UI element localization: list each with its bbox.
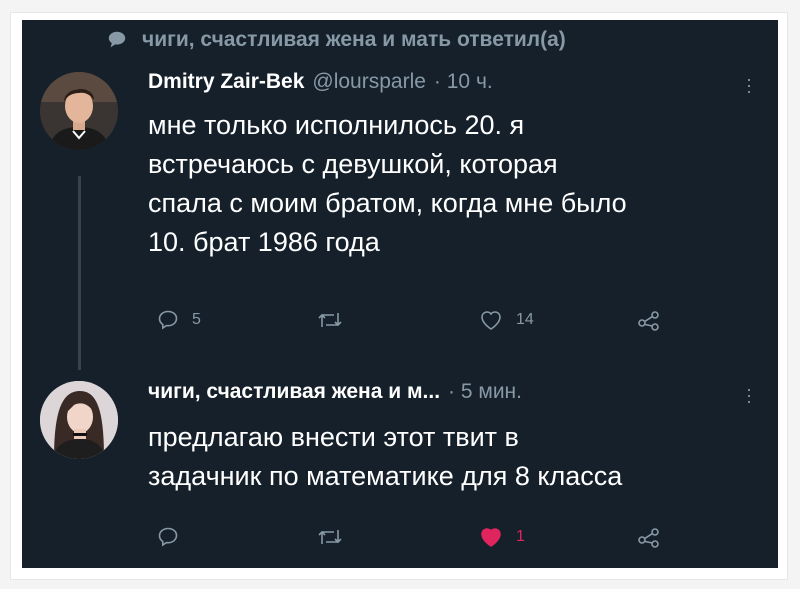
tweet-actions: 5 14 xyxy=(156,308,756,338)
speech-bubble-icon xyxy=(108,31,126,48)
more-vertical-icon[interactable]: · · · xyxy=(746,380,752,410)
tweet-line: спала с моим братом, когда мне было xyxy=(148,188,627,218)
tweet-header: Dmitry Zair-Bek @loursparle · 10 ч. xyxy=(148,70,493,94)
reply-icon xyxy=(158,527,178,547)
retweet-button[interactable] xyxy=(316,525,344,549)
share-button[interactable] xyxy=(636,308,662,332)
share-button[interactable] xyxy=(636,525,662,549)
avatar[interactable] xyxy=(40,72,118,150)
more-vertical-icon[interactable]: · · · xyxy=(746,70,752,100)
reply-context: чиги, счастливая жена и мать ответил(а) xyxy=(106,26,566,54)
tweet-line: мне только исполнилось 20. я xyxy=(148,110,525,140)
share-icon xyxy=(638,311,659,331)
reply-icon xyxy=(158,310,178,330)
thread-connector-line xyxy=(78,176,81,370)
display-name[interactable]: чиги, счастливая жена и м... xyxy=(148,380,440,404)
avatar[interactable] xyxy=(40,381,118,459)
retweet-button[interactable] xyxy=(316,308,344,332)
retweet-icon xyxy=(318,530,342,544)
image-frame: чиги, счастливая жена и мать ответил(а) … xyxy=(0,0,800,589)
tweet-thread: чиги, счастливая жена и мать ответил(а) … xyxy=(22,20,778,568)
like-count: 1 xyxy=(516,528,525,545)
tweet-line: предлагаю внести этот твит в xyxy=(148,422,519,452)
reply-context-text: чиги, счастливая жена и мать ответил(а) xyxy=(142,28,566,51)
like-button[interactable]: 14 xyxy=(478,308,534,332)
like-button[interactable]: 1 xyxy=(478,525,525,549)
share-icon xyxy=(638,528,659,548)
like-count: 14 xyxy=(516,311,534,328)
avatar-photo-icon xyxy=(40,72,118,150)
heart-icon xyxy=(481,311,501,330)
reply-count: 5 xyxy=(192,311,201,328)
tweet-actions: 1 xyxy=(156,525,756,555)
display-name[interactable]: Dmitry Zair-Bek xyxy=(148,70,304,94)
tweet-line: задачник по математике для 8 класса xyxy=(148,461,623,491)
tweet-text: предлагаю внести этот твит в задачник по… xyxy=(148,418,622,496)
tweet-line: 10. брат 1986 года xyxy=(148,227,380,257)
retweet-icon xyxy=(318,313,342,327)
avatar-photo-icon xyxy=(40,381,118,459)
reply-button[interactable] xyxy=(156,525,180,549)
handle[interactable]: @loursparle xyxy=(312,70,426,94)
tweet-text: мне только исполнилось 20. я встречаюсь … xyxy=(148,106,627,262)
timestamp[interactable]: · 10 ч. xyxy=(434,70,493,94)
tweet-line: встречаюсь с девушкой, которая xyxy=(148,149,558,179)
timestamp[interactable]: · 5 мин. xyxy=(448,380,522,404)
tweet-header: чиги, счастливая жена и м... · 5 мин. xyxy=(148,380,522,404)
reply-button[interactable]: 5 xyxy=(156,308,201,332)
heart-icon xyxy=(481,528,501,547)
